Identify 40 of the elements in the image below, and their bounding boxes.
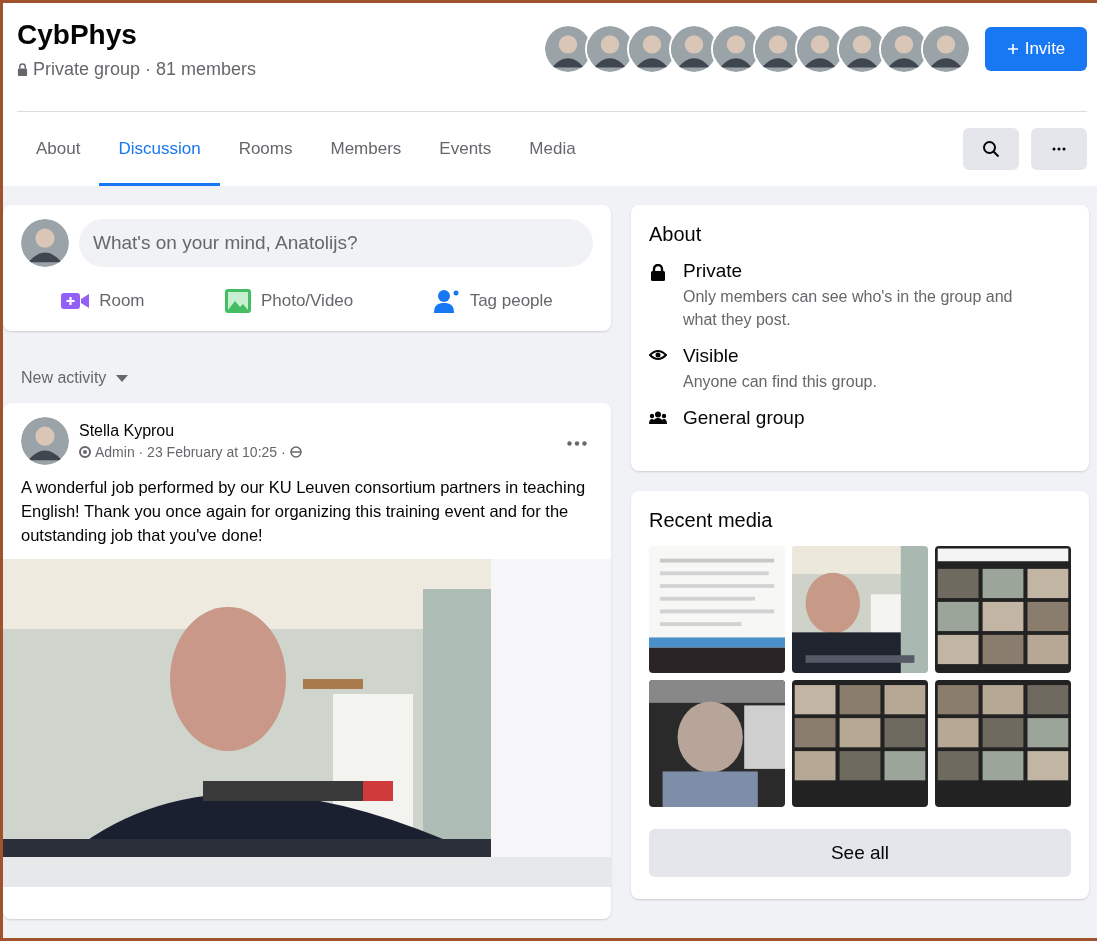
post-author[interactable]: Stella Kyprou (79, 422, 551, 440)
tab[interactable]: About (17, 112, 100, 186)
video-camera-icon (61, 292, 90, 310)
group-privacy: Private group · 81 members (33, 58, 257, 80)
eye-icon (649, 349, 667, 361)
badge-icon (79, 446, 91, 458)
photo-icon (224, 289, 251, 313)
globe-icon (289, 446, 302, 458)
plus-icon (1006, 43, 1019, 55)
group-name: CybPhys (17, 18, 138, 51)
tab[interactable]: Rooms (219, 112, 312, 186)
sort-dropdown[interactable]: New activity (17, 365, 133, 391)
post-meta: Admin · 23 February at 10:25 · (95, 444, 286, 460)
tab[interactable]: Media (510, 112, 595, 186)
post-text: A wonderful job performed by our KU Leuven consortium partners in teaching English! Thank you once again for organizing this training event and for the outstanding job that you've done! (21, 477, 587, 546)
about-item-description: Only members can see who's in the group and what they post. (683, 287, 1014, 330)
tab[interactable]: Members (311, 112, 421, 186)
search-button[interactable] (963, 128, 1019, 170)
about-title: About (649, 223, 703, 246)
lock-icon (651, 264, 665, 281)
about-item-description: Anyone can find this group. (683, 372, 878, 392)
about-item-title: Visible (683, 345, 740, 367)
composer-action[interactable]: Photo/Video (214, 283, 364, 319)
see-all-button[interactable]: See all (649, 829, 1071, 877)
person-icon (433, 289, 460, 313)
composer-action[interactable]: Room (51, 283, 155, 319)
composer-action[interactable]: Tag people (423, 283, 563, 319)
post-input[interactable]: What's on your mind, Anatolijs? (79, 219, 593, 267)
people-icon (649, 411, 667, 424)
search-icon (982, 140, 1000, 158)
recent-media-title: Recent media (649, 509, 774, 532)
tab[interactable]: Discussion (99, 112, 220, 186)
caret-icon (116, 374, 129, 382)
lock-icon (17, 62, 28, 76)
more-icon (1052, 147, 1066, 151)
more-icon (567, 440, 587, 446)
about-item-title: Private (683, 260, 744, 282)
invite-button[interactable]: Invite (985, 27, 1087, 71)
tab[interactable]: Events (420, 112, 511, 186)
about-item-title: General group (683, 407, 805, 429)
